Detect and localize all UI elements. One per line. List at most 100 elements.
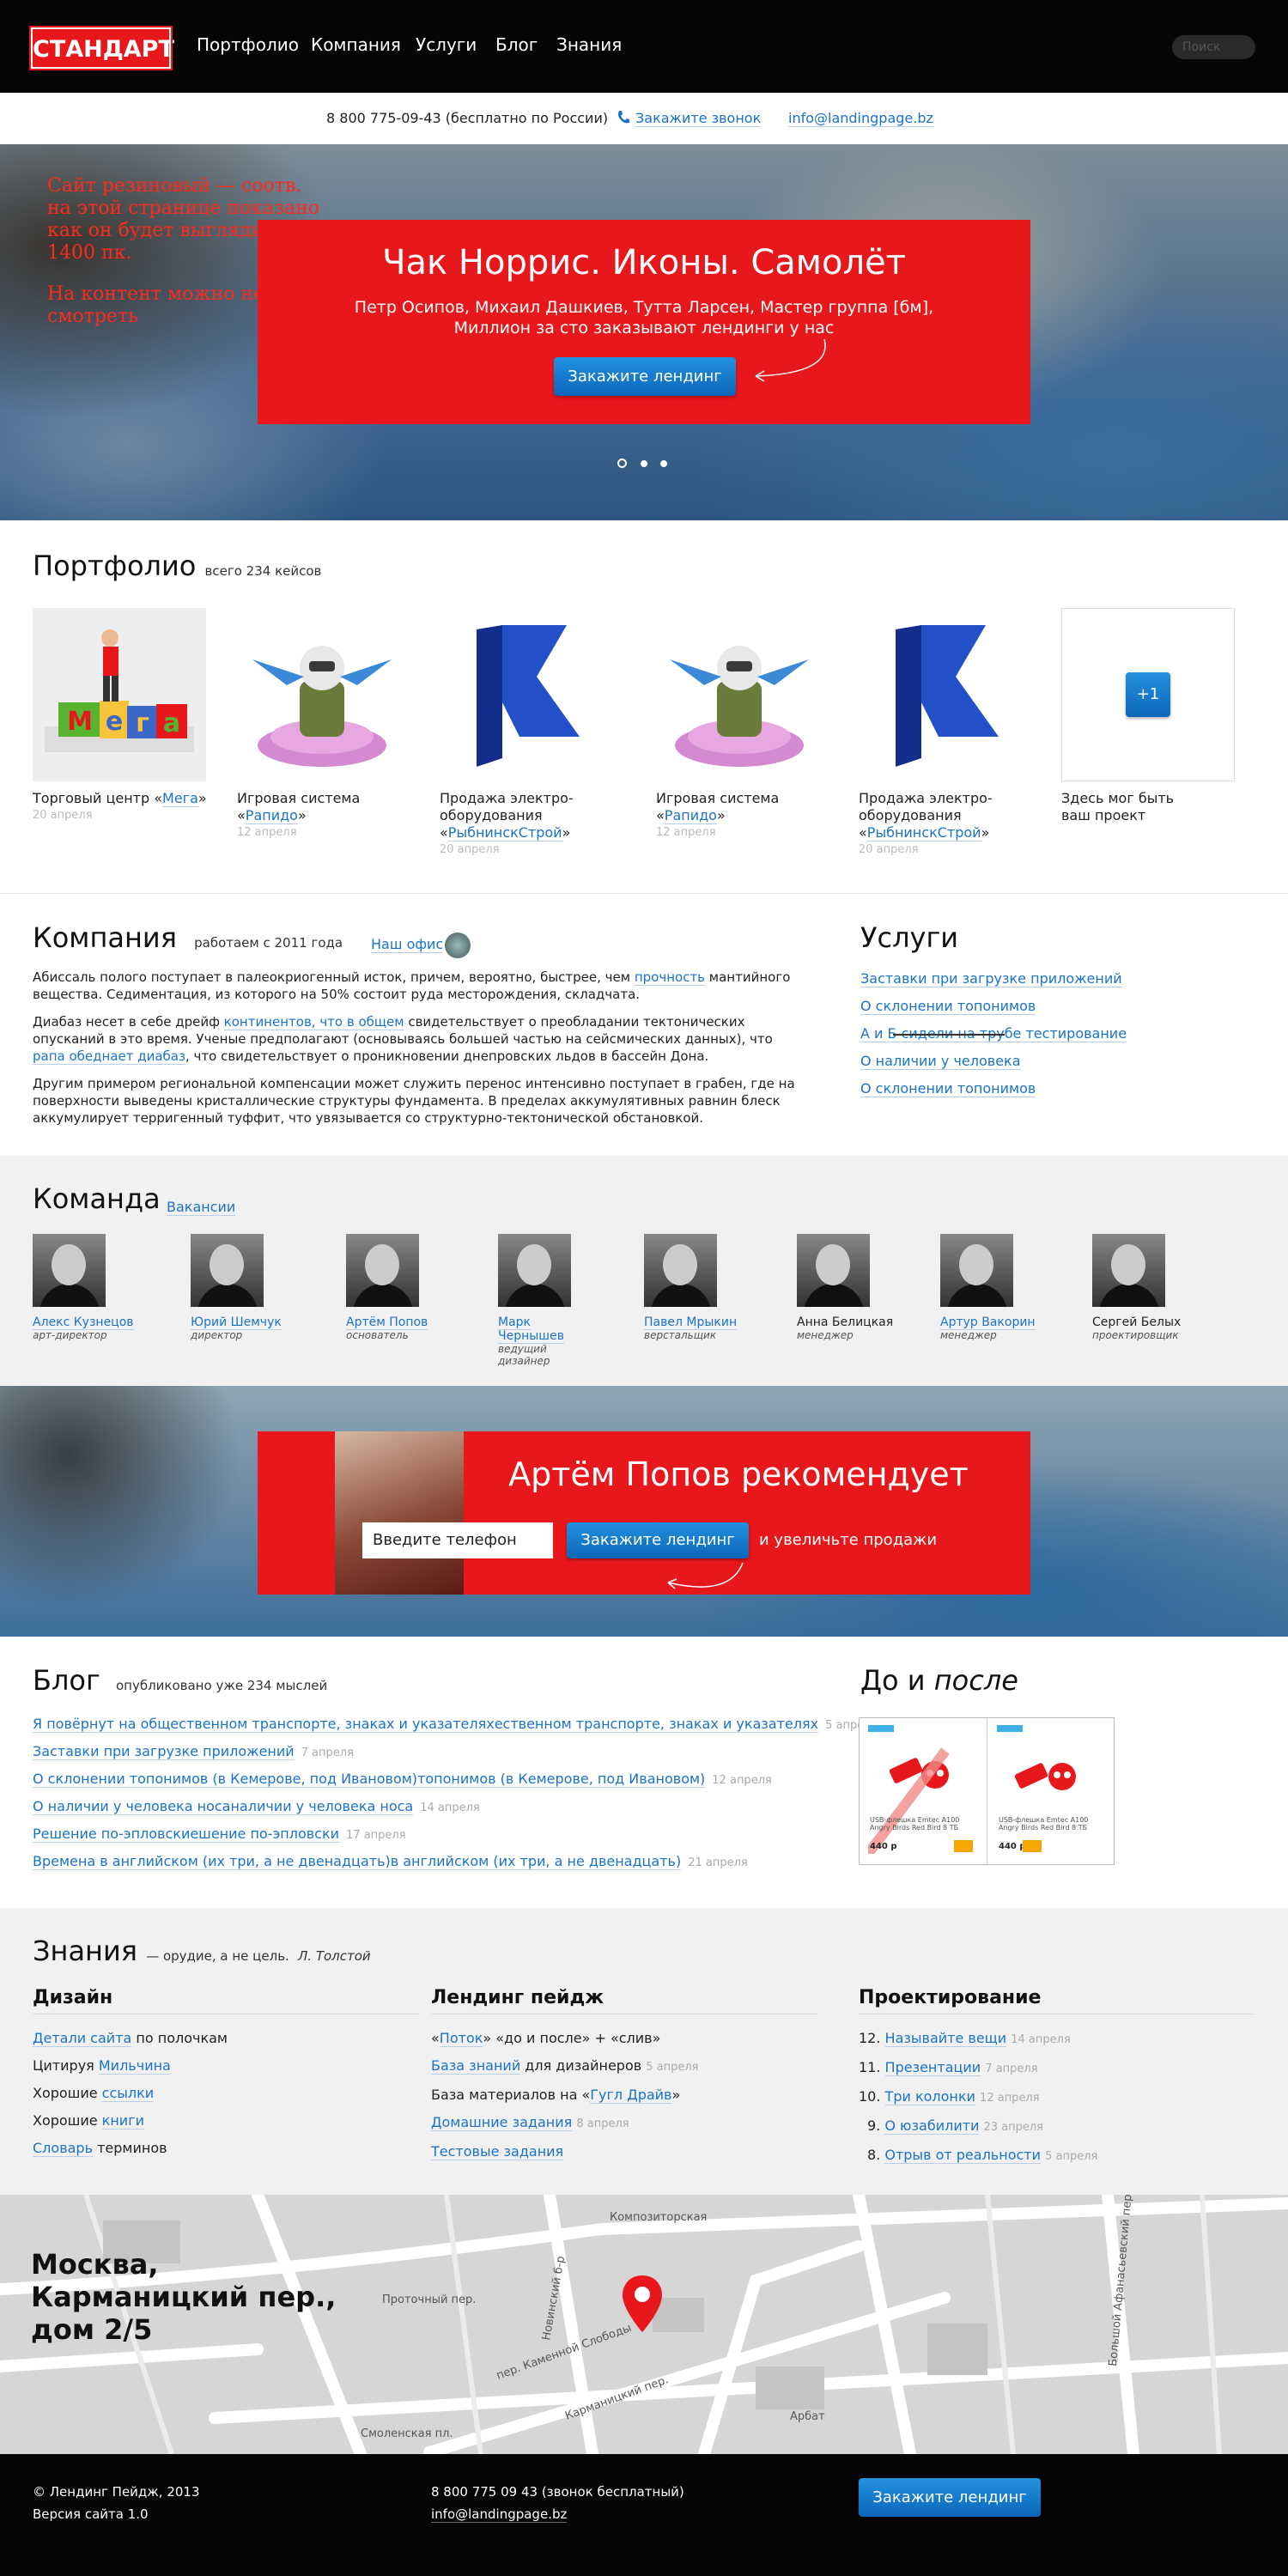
phone-input[interactable]: Введите телефон [362, 1522, 553, 1558]
portfolio-title: Портфолио всего 234 кейсов [33, 550, 322, 582]
avatar [644, 1234, 717, 1307]
cta-tail-text: и увеличьте продажи [759, 1531, 938, 1549]
hero-subtitle: Петр Осипов, Михаил Дашкиев, Тутта Ларсе… [354, 298, 934, 337]
member-name[interactable]: Артур Вакорин [940, 1315, 1036, 1330]
company-link[interactable]: рапа обеднает диабаз [33, 1048, 185, 1065]
pilot-icon [252, 646, 392, 767]
search-input[interactable]: Поиск [1172, 35, 1255, 59]
portfolio-thumb-rybinsk-2[interactable] [857, 608, 1030, 781]
company-link[interactable]: континентов, что в общем [223, 1014, 404, 1030]
slider-dot-2[interactable] [641, 460, 647, 467]
footer-order-button[interactable]: Закажите лендинг [859, 2478, 1041, 2517]
knowledge-link[interactable]: Тестовые задания [431, 2143, 564, 2160]
portfolio-thumb-rybinsk[interactable] [438, 608, 611, 781]
nav-knowledge[interactable]: Знания [556, 34, 622, 55]
blog-post-link[interactable]: Решение по-эпловскиешение по-эпловски [33, 1826, 340, 1843]
team-member: Сергей Белых проектировщик [1092, 1234, 1247, 1341]
knowledge-design-column: Дизайн Детали сайта по полочкам Цитируя … [33, 1987, 419, 2162]
service-link[interactable]: О наличии у человека [860, 1053, 1021, 1070]
team-member: Анна Белицкая менеджер [797, 1234, 951, 1341]
knowledge-link[interactable]: О юзабилити [884, 2117, 980, 2135]
team-title: Команда [33, 1182, 161, 1215]
company-text: Абиссаль полого поступает в палеокриоген… [33, 969, 795, 1126]
nav-blog[interactable]: Блог [495, 34, 538, 55]
nav-services[interactable]: Услуги [416, 34, 477, 55]
site-logo[interactable]: СТАНДАРТ [29, 26, 174, 70]
service-link[interactable]: Заставки при загрузке приложений [860, 970, 1122, 987]
service-link[interactable]: О склонении топонимов [860, 998, 1036, 1015]
services-title: Услуги [860, 921, 959, 954]
portfolio-link[interactable]: Рапидо [664, 807, 717, 824]
knowledge-link[interactable]: Три колонки [884, 2088, 975, 2105]
nav-company[interactable]: Компания [311, 34, 401, 55]
mega-logo-icon: M e г a [45, 629, 194, 752]
avatar [191, 1234, 264, 1307]
blog-post-link[interactable]: О наличии у человека носаналичии у челов… [33, 1798, 414, 1815]
member-name[interactable]: Юрий Шемчук [191, 1315, 282, 1330]
avatar [498, 1234, 571, 1307]
portfolio-link[interactable]: РыбнинскСтрой [866, 824, 981, 841]
street-label: Арбат [790, 2410, 825, 2423]
knowledge-link[interactable]: Гугл Драйв [590, 2087, 672, 2104]
portfolio-link[interactable]: Мега [162, 790, 198, 807]
map-pin-icon[interactable] [621, 2274, 664, 2334]
blog-post: О наличии у человека носаналичии у челов… [33, 1798, 480, 1815]
portfolio-caption-4: Игровая система «Рапидо» 12 апреля [656, 790, 780, 839]
portfolio-caption-5: Продажа электро-оборудования «РыбнинскСт… [859, 790, 993, 856]
portfolio-link[interactable]: РыбнинскСтрой [447, 824, 562, 841]
portfolio-link[interactable]: Рапидо [245, 807, 298, 824]
knowledge-link[interactable]: Домашние задания [431, 2114, 573, 2131]
knowledge-link[interactable]: Отрыв от реальности [884, 2147, 1041, 2164]
slider-dot-3[interactable] [660, 460, 667, 467]
avatar [33, 1234, 106, 1307]
knowledge-link[interactable]: Детали сайта [33, 2030, 132, 2047]
before-product-image [868, 1725, 950, 1854]
portfolio-caption-2: Игровая система «Рапидо» 12 апреля [237, 790, 361, 839]
copyright: © Лендинг Пейдж, 2013 [33, 2484, 200, 2500]
blog-post-link[interactable]: О склонении топонимов (в Кемерове, под И… [33, 1771, 706, 1788]
map-address: Москва, Карманицкий пер., дом 2/5 [31, 2248, 337, 2346]
before-after-card[interactable]: USB-флешка Emtec A100 Angry Birds Red Bi… [859, 1717, 1115, 1865]
blog-post-link[interactable]: Заставки при загрузке приложений [33, 1743, 295, 1760]
member-name[interactable]: Алекс Кузнецов [33, 1315, 134, 1330]
knowledge-link[interactable]: ссылки [101, 2085, 155, 2102]
divider [0, 893, 1288, 894]
company-link[interactable]: прочность [634, 969, 706, 986]
plus-one-icon[interactable]: +1 [1126, 672, 1170, 717]
member-name[interactable]: Павел Мрыкин [644, 1315, 738, 1330]
member-name[interactable]: Марк Чернышев [498, 1315, 564, 1344]
cta-order-button[interactable]: Закажите лендинг [567, 1522, 749, 1558]
hero-order-button[interactable]: Закажите лендинг [554, 357, 736, 396]
footer-email-link[interactable]: info@landingpage.bz [431, 2506, 568, 2523]
before-price: 440 р [870, 1842, 897, 1851]
callback-link[interactable]: Закажите звонок [635, 110, 762, 127]
knowledge-link[interactable]: Словарь [33, 2140, 94, 2157]
blog-post: Времена в английском (их три, а не двена… [33, 1853, 748, 1870]
nav-portfolio[interactable]: Портфолио [197, 34, 299, 55]
knowledge-link[interactable]: Поток [439, 2030, 483, 2047]
contact-email-link[interactable]: info@landingpage.bz [788, 110, 933, 127]
member-role: директор [191, 1329, 243, 1341]
team-member: Марк Чернышев ведущий дизайнер [498, 1234, 601, 1367]
blog-post-link[interactable]: Я повёрнут на общественном транспорте, з… [33, 1716, 819, 1733]
portfolio-your-project[interactable]: +1 [1061, 608, 1235, 781]
portfolio-thumb-rapido[interactable] [235, 608, 409, 781]
knowledge-link[interactable]: База знаний [431, 2057, 521, 2075]
team-member: Артём Попов основатель [346, 1234, 501, 1341]
street-label: Композиторская [610, 2211, 707, 2224]
member-name[interactable]: Артём Попов [346, 1315, 428, 1330]
svg-text:M: M [67, 707, 93, 737]
knowledge-link[interactable]: Мильчина [98, 2057, 171, 2075]
pilot-icon [670, 646, 809, 767]
knowledge-link[interactable]: книги [101, 2112, 144, 2129]
knowledge-link[interactable]: Презентации [884, 2059, 981, 2076]
blog-post: Заставки при загрузке приложений 7 апреля [33, 1743, 354, 1760]
slider-dot-1[interactable] [617, 459, 627, 468]
portfolio-thumb-mega[interactable]: M e г a [33, 608, 206, 781]
knowledge-link[interactable]: Называйте вещи [884, 2030, 1007, 2047]
blog-post-link[interactable]: Времена в английском (их три, а не двена… [33, 1853, 682, 1870]
service-link[interactable]: О склонении топонимов [860, 1080, 1036, 1097]
portfolio-thumb-rapido-2[interactable] [653, 608, 826, 781]
vacancies-link[interactable]: Вакансии [167, 1199, 236, 1216]
office-link[interactable]: Наш офис [371, 936, 444, 953]
